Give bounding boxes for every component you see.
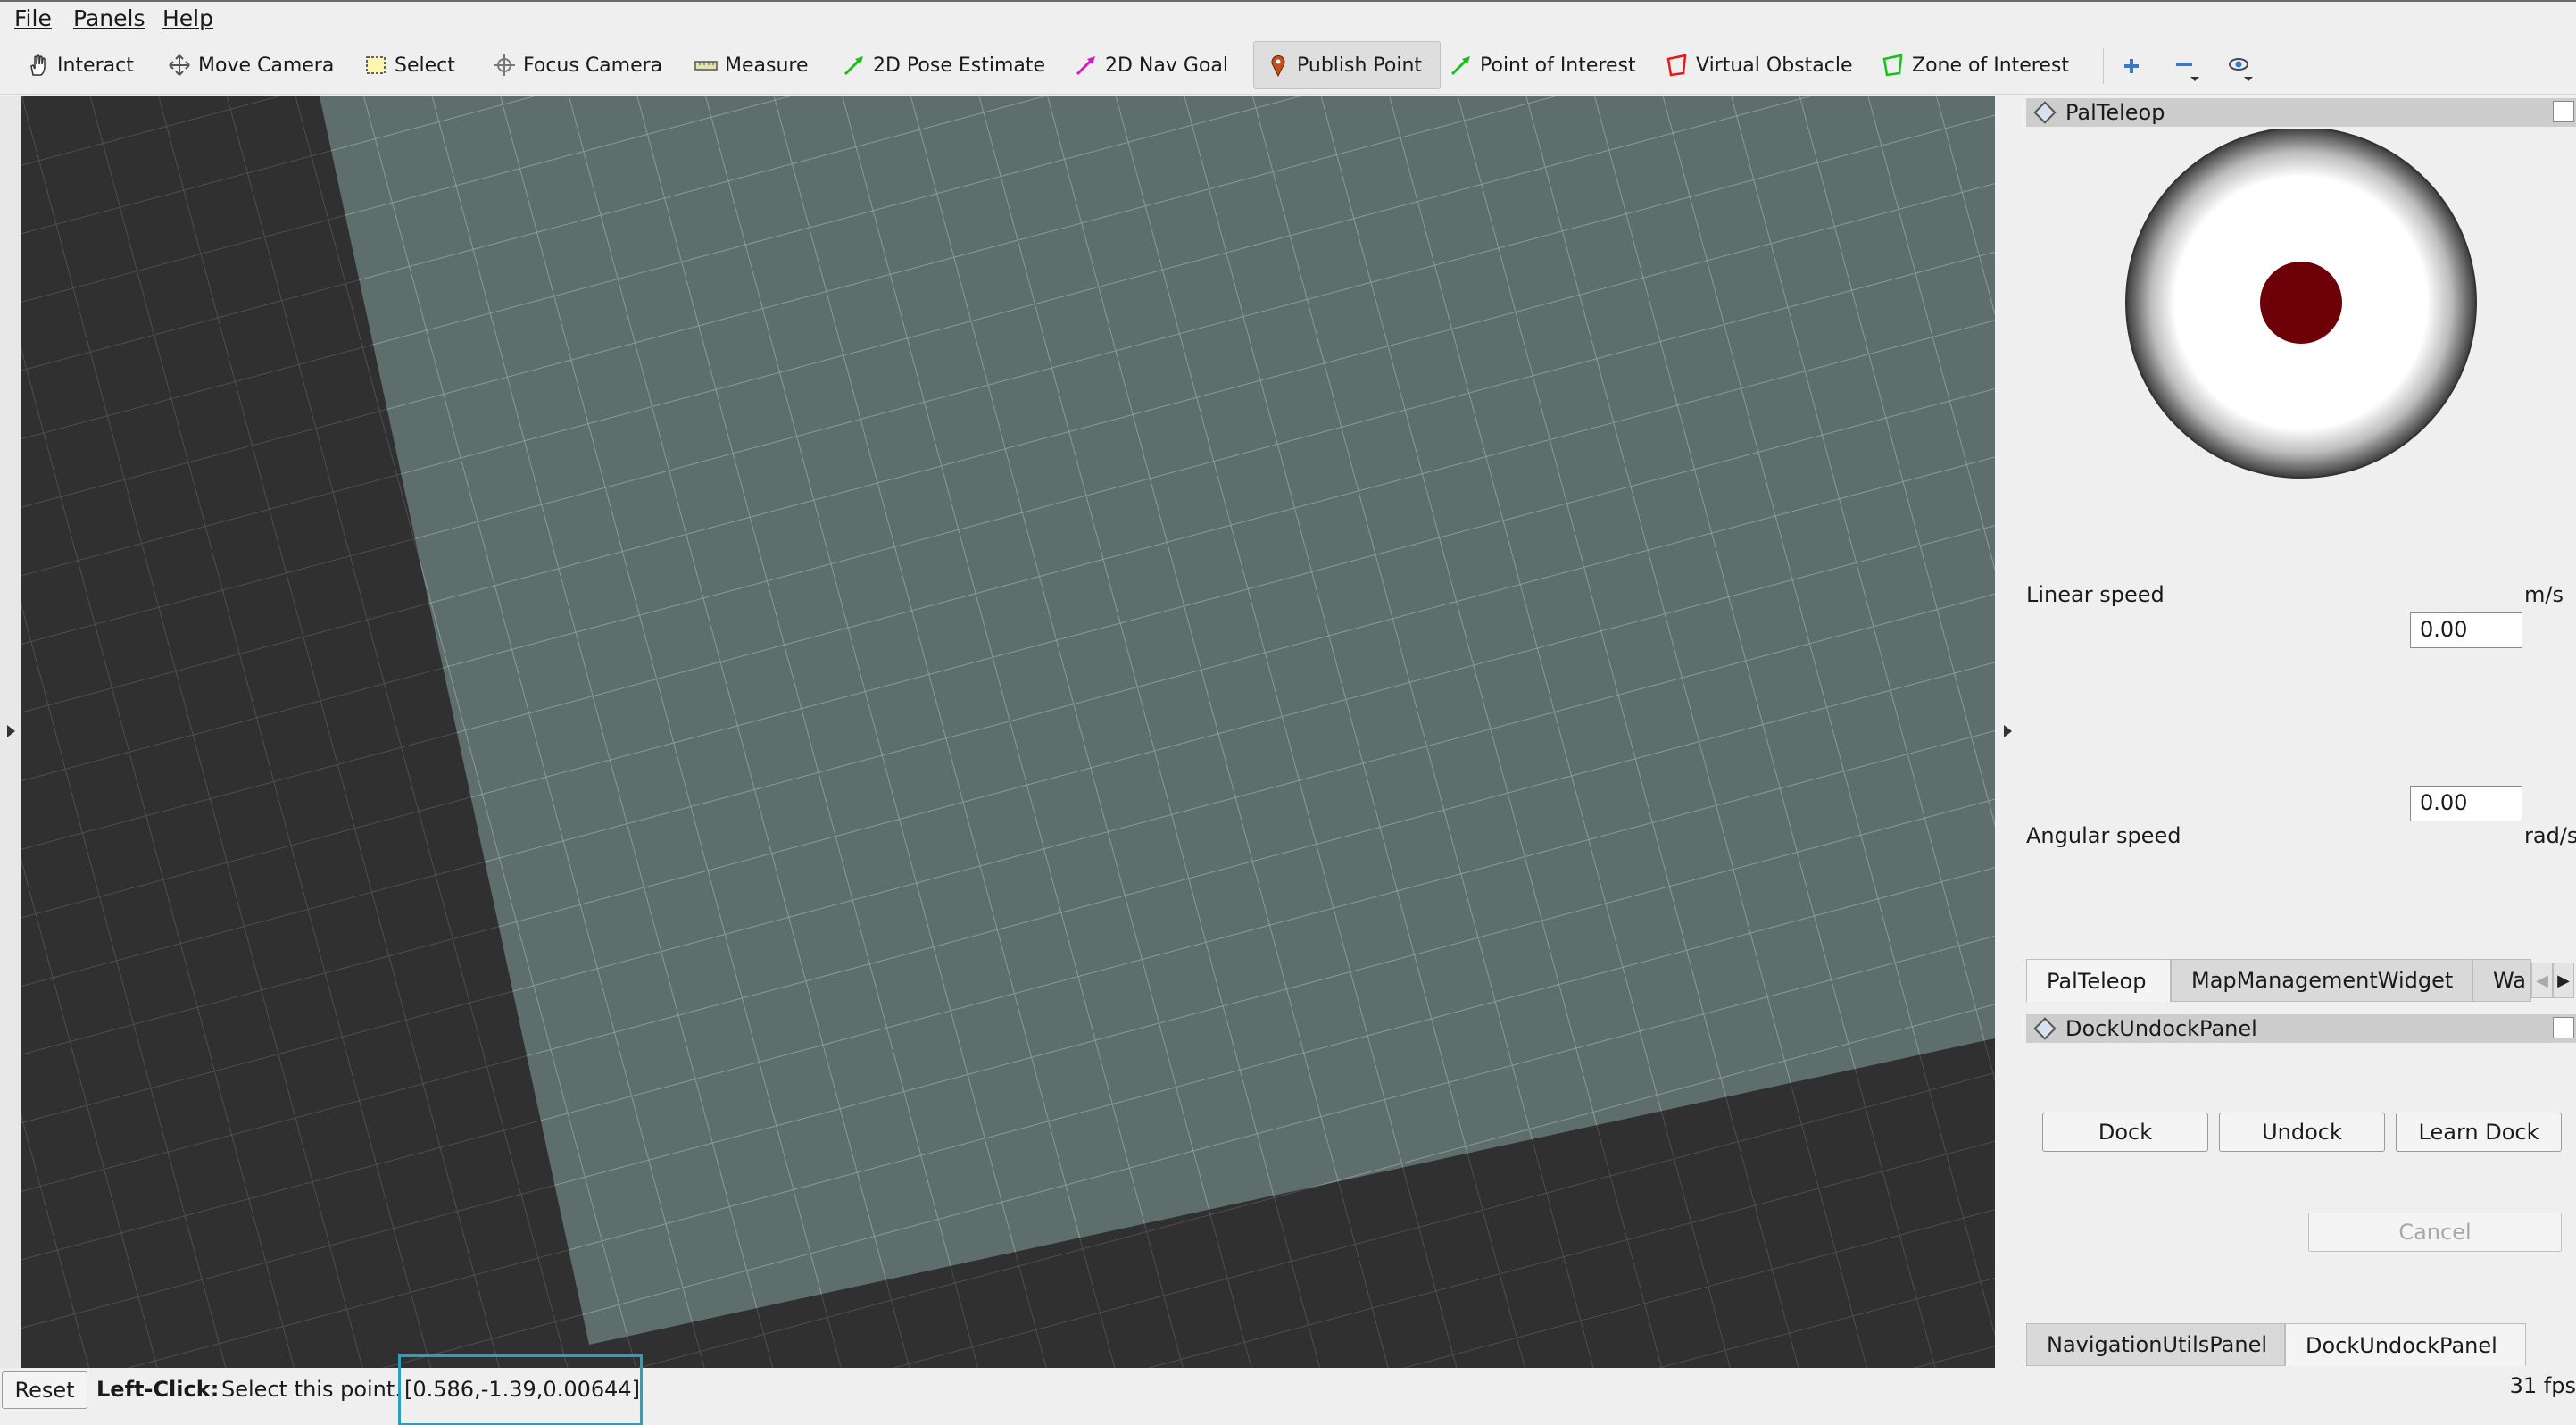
learn-dock-button[interactable]: Learn Dock (2396, 1112, 2562, 1152)
tool-zone-of-interest[interactable]: Zone of Interest (1882, 41, 2069, 89)
tab-dockundock[interactable]: DockUndockPanel (2285, 1323, 2526, 1366)
plus-icon (2124, 59, 2139, 73)
angular-speed-unit: rad/s (2524, 823, 2576, 848)
hand-icon (27, 54, 50, 77)
menu-help[interactable]: Help (162, 5, 213, 31)
remove-tool-button[interactable] (2171, 52, 2199, 81)
status-hint-bold: Left-Click: (96, 1377, 220, 1402)
tab-navigation-utils[interactable]: NavigationUtilsPanel (2026, 1323, 2285, 1366)
toolbar: Interact Move Camera Select Focus Camera… (0, 36, 2576, 95)
status-hint-text: Select this point. (221, 1377, 402, 1402)
cancel-button[interactable]: Cancel (2308, 1212, 2562, 1252)
dock-button[interactable]: Dock (2042, 1112, 2208, 1152)
status-bar: Reset Left-Click: Select this point. [0.… (0, 1354, 2576, 1425)
reset-button[interactable]: Reset (2, 1371, 87, 1409)
panel-tabbar-bottom: NavigationUtilsPanel DockUndockPanel (2026, 1323, 2576, 1366)
left-dock-collapsed[interactable] (0, 96, 21, 1368)
dockundock-checkbox[interactable] (2553, 1017, 2574, 1038)
linear-speed-input[interactable]: 0.00 (2410, 612, 2522, 648)
linear-speed-label: Linear speed (2026, 582, 2165, 607)
joystick[interactable] (2124, 129, 2478, 482)
tool-2d-pose-estimate[interactable]: 2D Pose Estimate (843, 41, 1045, 89)
render-viewport[interactable] (21, 96, 1995, 1368)
tab-scroll-left[interactable]: ◀ (2531, 962, 2553, 998)
joystick-knob[interactable] (2260, 262, 2342, 344)
move-camera-icon (168, 54, 191, 77)
add-tool-button[interactable] (2117, 52, 2146, 80)
tool-virtual-obstacle[interactable]: Virtual Obstacle (1666, 41, 1852, 89)
tab-wa[interactable]: Wa (2472, 959, 2531, 1002)
menu-panels[interactable]: Panels (73, 5, 145, 31)
palteleop-checkbox[interactable] (2553, 101, 2574, 122)
panel-diamond-icon (2033, 1017, 2057, 1040)
dockundock-panel-header: DockUndockPanel (2026, 1014, 2576, 1043)
tool-select[interactable]: Select (364, 41, 455, 89)
fps-counter: 31 fps (2509, 1373, 2576, 1398)
tool-2d-nav-goal[interactable]: 2D Nav Goal (1075, 41, 1228, 89)
tool-focus-camera[interactable]: Focus Camera (493, 41, 662, 89)
collapse-arrow-icon[interactable] (2004, 725, 2012, 738)
focus-camera-icon (493, 54, 516, 77)
map-pin-icon (1267, 54, 1290, 78)
tool-publish-point[interactable]: Publish Point (1253, 41, 1441, 89)
eye-icon (2229, 58, 2253, 81)
palteleop-panel-header: PalTeleop (2026, 98, 2576, 127)
tab-scroll-right[interactable]: ▶ (2553, 962, 2574, 998)
linear-speed-unit: m/s (2524, 582, 2564, 607)
tool-measure[interactable]: Measure (694, 41, 809, 89)
green-polygon-icon (1882, 54, 1905, 77)
minus-icon (2176, 62, 2199, 81)
tab-map-management[interactable]: MapManagementWidget (2171, 959, 2472, 1002)
palteleop-title: PalTeleop (2065, 100, 2165, 125)
tool-interact[interactable]: Interact (27, 41, 134, 89)
dockundock-title: DockUndockPanel (2065, 1016, 2257, 1041)
tool-move-camera[interactable]: Move Camera (168, 41, 334, 89)
ruler-icon (694, 54, 718, 77)
expand-arrow-icon[interactable] (7, 725, 15, 738)
green-arrow-icon (1450, 54, 1473, 77)
view-options-button[interactable] (2224, 52, 2253, 81)
red-polygon-icon (1666, 54, 1689, 77)
panel-tabbar-top: PalTeleop MapManagementWidget Wa ◀ ▶ (2026, 959, 2576, 1002)
panel-diamond-icon (2033, 101, 2057, 124)
green-arrow-icon (843, 54, 866, 77)
status-coordinates: [0.586,-1.39,0.00644] (404, 1377, 641, 1402)
menu-bar: File Panels Help (0, 0, 2576, 36)
rviz-3d-scene[interactable] (21, 96, 1995, 1368)
angular-speed-label: Angular speed (2026, 823, 2181, 848)
undock-button[interactable]: Undock (2219, 1112, 2385, 1152)
menu-file[interactable]: File (14, 5, 52, 31)
select-box-icon (364, 54, 387, 77)
panel-splitter[interactable] (1995, 96, 2025, 1368)
toolbar-separator (2103, 48, 2104, 84)
magenta-arrow-icon (1075, 54, 1098, 77)
angular-speed-input[interactable]: 0.00 (2410, 786, 2522, 821)
tool-point-of-interest[interactable]: Point of Interest (1450, 41, 1636, 89)
tab-palteleop[interactable]: PalTeleop (2026, 959, 2171, 1002)
